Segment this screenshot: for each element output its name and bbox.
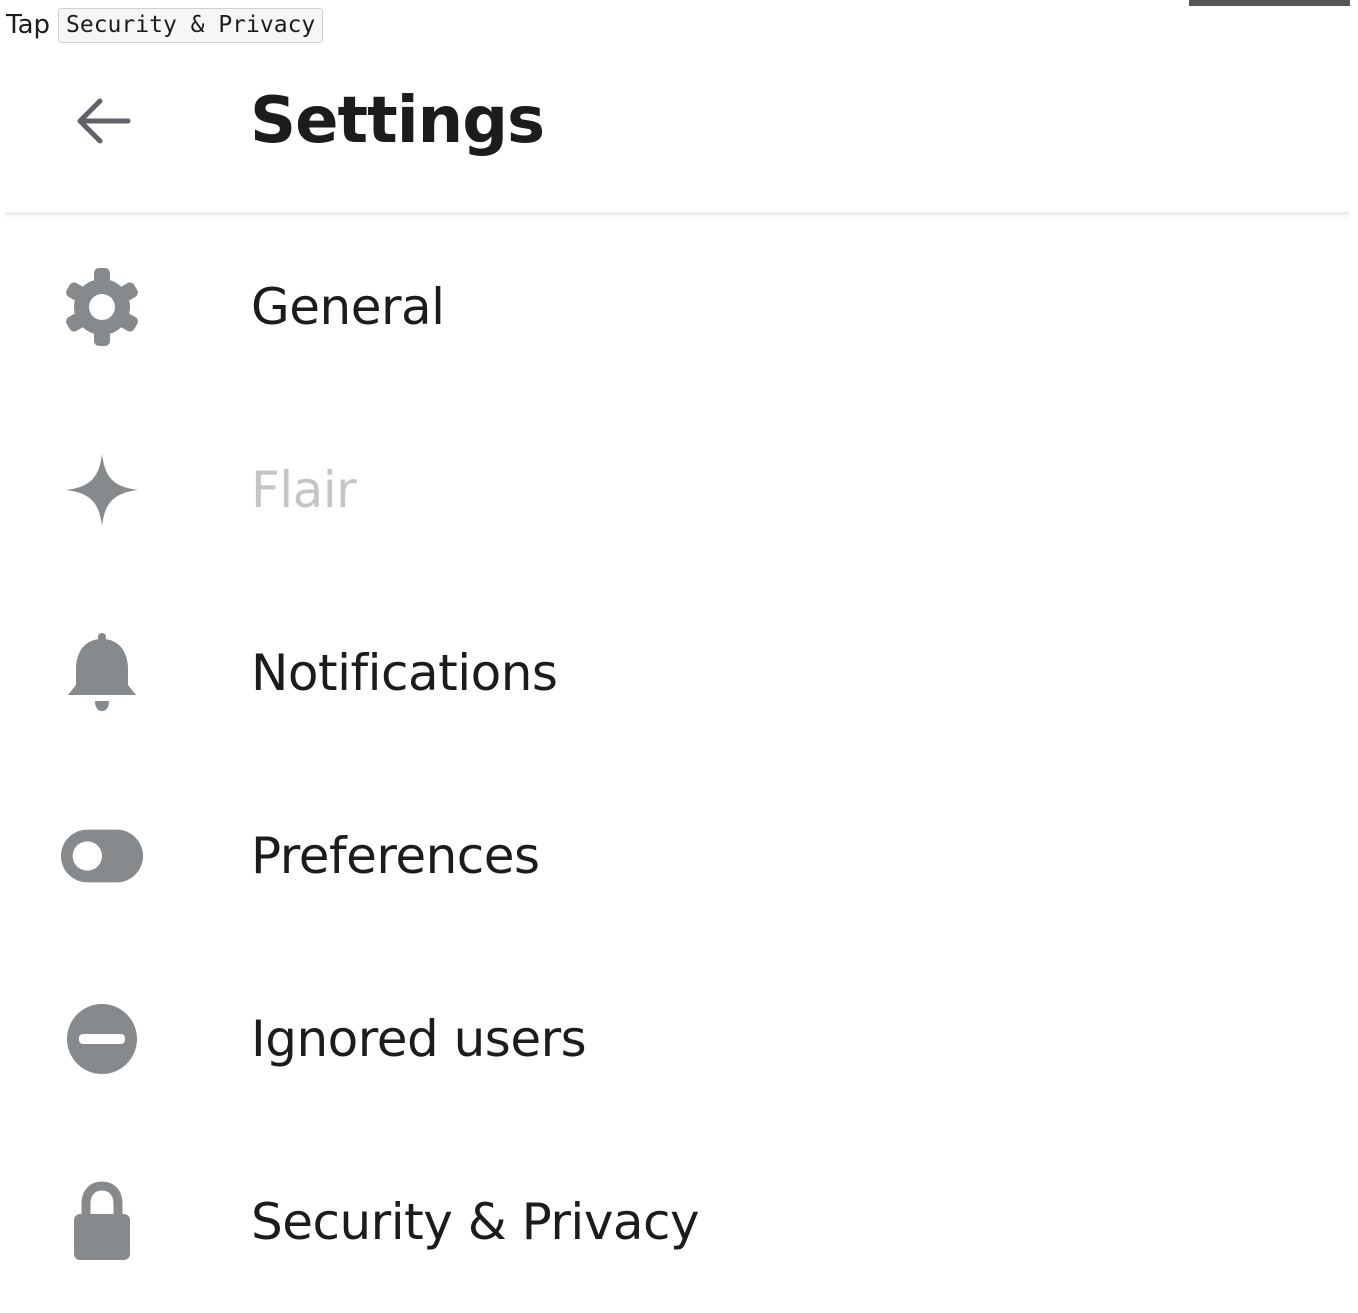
- sparkle-icon: [60, 448, 144, 532]
- corner-indicator: [1189, 0, 1350, 6]
- bell-icon: [60, 631, 144, 715]
- block-icon: [60, 997, 144, 1081]
- menu-item-preferences[interactable]: Preferences: [5, 764, 1349, 947]
- menu-item-flair[interactable]: Flair: [5, 398, 1349, 581]
- page-title: Settings: [250, 84, 545, 158]
- gear-icon: [60, 265, 144, 349]
- menu-item-label: Flair: [251, 460, 357, 519]
- menu-item-notifications[interactable]: Notifications: [5, 581, 1349, 764]
- lock-icon: [60, 1180, 144, 1264]
- menu-item-label: Notifications: [251, 643, 558, 702]
- menu-item-label: Preferences: [251, 826, 540, 885]
- app-header: Settings: [5, 48, 1349, 212]
- menu-item-general[interactable]: General: [5, 215, 1349, 398]
- arrow-left-icon: [77, 98, 131, 144]
- menu-item-label: Ignored users: [251, 1009, 587, 1068]
- instruction-verb: Tap: [6, 10, 51, 40]
- back-button[interactable]: [67, 86, 137, 156]
- menu-item-label: Security & Privacy: [251, 1192, 700, 1251]
- instruction-bar: Tap Security & Privacy: [6, 7, 324, 43]
- menu-item-ignored-users[interactable]: Ignored users: [5, 947, 1349, 1130]
- menu-item-security-privacy[interactable]: Security & Privacy: [5, 1130, 1349, 1313]
- menu-item-label: General: [251, 277, 445, 336]
- settings-menu: General Flair Notifications Preferences …: [5, 215, 1349, 1313]
- toggle-icon: [60, 814, 144, 898]
- instruction-target: Security & Privacy: [58, 7, 324, 43]
